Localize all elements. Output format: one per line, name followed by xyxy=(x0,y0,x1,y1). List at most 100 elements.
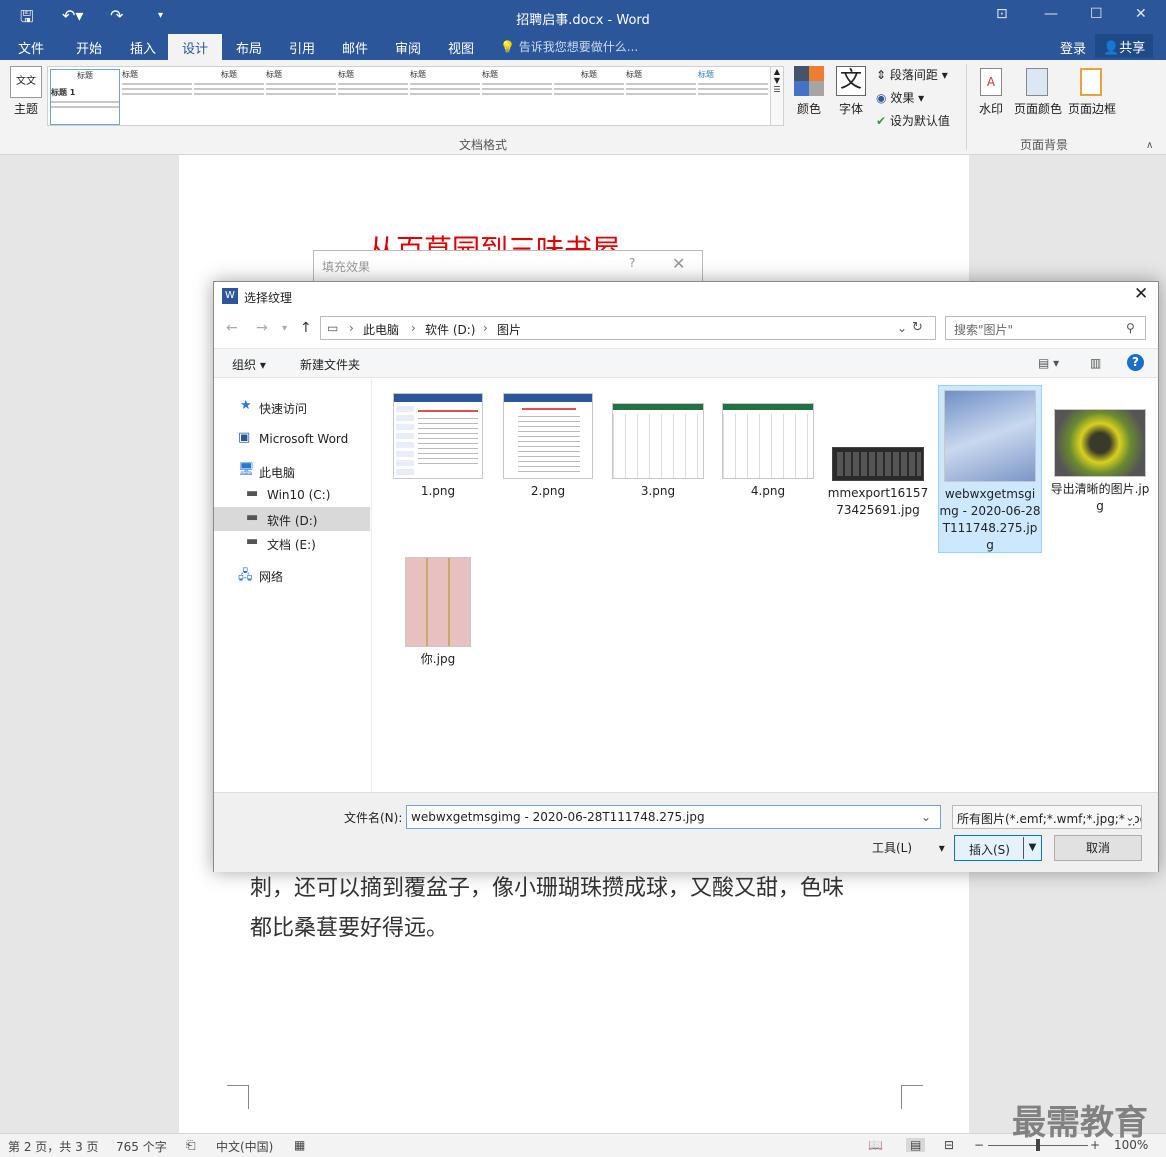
ribbon-display-icon[interactable]: ⊡ xyxy=(996,6,1008,22)
style-set-item[interactable]: 标题 xyxy=(266,69,336,125)
tab-mailings[interactable]: 邮件 xyxy=(342,38,368,57)
breadcrumb-this-pc[interactable]: 此电脑 xyxy=(363,321,399,338)
collapse-ribbon-icon[interactable]: ∧ xyxy=(1146,140,1153,151)
nav-network[interactable]: 🖧 网络 xyxy=(214,563,370,587)
page-border-icon[interactable] xyxy=(1080,68,1102,96)
file-item-selected[interactable]: webwxgetmsgimg - 2020-06-28T111748.275.j… xyxy=(938,385,1042,553)
theme-icon[interactable]: 文文 xyxy=(10,66,42,98)
tab-review[interactable]: 审阅 xyxy=(395,38,421,57)
tab-insert[interactable]: 插入 xyxy=(130,38,156,57)
help-icon[interactable]: ? xyxy=(1127,354,1144,371)
close-icon[interactable]: ✕ xyxy=(1134,284,1148,304)
web-layout-icon[interactable]: ⊟ xyxy=(944,1138,954,1152)
insert-button[interactable]: 插入(S) ▼ xyxy=(954,835,1042,861)
colors-label[interactable]: 颜色 xyxy=(792,100,826,117)
cancel-button[interactable]: 取消 xyxy=(1054,835,1142,861)
proofing-icon[interactable]: ⎗ xyxy=(186,1138,196,1153)
fonts-icon[interactable]: 文 xyxy=(836,66,866,96)
tab-view[interactable]: 视图 xyxy=(448,38,474,57)
tab-design[interactable]: 设计 xyxy=(168,34,223,60)
file-type-select[interactable]: 所有图片(*.emf;*.wmf;*.jpg;*.jpeg ⌄ xyxy=(952,805,1142,829)
tab-references[interactable]: 引用 xyxy=(289,38,315,57)
breadcrumb-pictures[interactable]: 图片 xyxy=(497,321,521,338)
style-set-item[interactable]: 标题 标题 1 xyxy=(50,69,120,125)
style-set-item[interactable]: 标题 xyxy=(194,69,264,125)
drive-icon: ▬ xyxy=(246,534,259,549)
login-button[interactable]: 登录 xyxy=(1060,38,1086,57)
watermark-label[interactable]: 水印 xyxy=(974,100,1008,117)
file-item[interactable]: 1.png xyxy=(386,393,490,500)
dialog-footer: 文件名(N): webwxgetmsgimg - 2020-06-28T1117… xyxy=(214,792,1158,872)
breadcrumb-drive-d[interactable]: 软件 (D:) xyxy=(425,321,475,338)
file-name: mmexport1615773425691.jpg xyxy=(827,486,929,517)
forward-icon[interactable]: → xyxy=(256,320,268,336)
tab-file[interactable]: 文件 xyxy=(18,38,44,57)
style-set-item[interactable]: 标题 xyxy=(122,69,192,125)
filename-input[interactable]: webwxgetmsgimg - 2020-06-28T111748.275.j… xyxy=(406,805,941,829)
file-item[interactable]: mmexport1615773425691.jpg xyxy=(826,447,930,519)
nav-quick-access[interactable]: ★ 快速访问 xyxy=(214,395,370,419)
file-item[interactable]: 你.jpg xyxy=(386,557,490,668)
language-indicator[interactable]: 中文(中国) xyxy=(216,1138,273,1155)
help-icon[interactable]: ? xyxy=(629,256,635,270)
style-set-item[interactable]: 标题 xyxy=(338,69,408,125)
gallery-scroll[interactable]: ▲ ▼ ☰ xyxy=(770,66,784,126)
colors-icon[interactable] xyxy=(794,66,824,96)
nav-drive-e[interactable]: ▬ 文档 (E:) xyxy=(214,531,370,555)
up-icon[interactable]: ↑ xyxy=(300,320,312,336)
zoom-out-icon[interactable]: − xyxy=(974,1138,984,1152)
print-layout-icon[interactable]: ▤ xyxy=(906,1138,926,1152)
macro-icon[interactable]: ▦ xyxy=(294,1138,305,1152)
file-item[interactable]: 3.png xyxy=(606,403,710,500)
close-icon[interactable]: ✕ xyxy=(1135,6,1147,22)
page-border-label[interactable]: 页面边框 xyxy=(1066,100,1118,117)
maximize-icon[interactable]: ☐ xyxy=(1090,6,1103,22)
watermark-icon[interactable]: A xyxy=(980,68,1002,96)
group-divider xyxy=(966,64,967,150)
tools-button[interactable]: 工具(L) ▾ xyxy=(872,839,945,856)
style-set-item[interactable]: 标题 xyxy=(698,69,768,125)
nav-drive-d[interactable]: ▬ 软件 (D:) xyxy=(214,507,370,531)
style-set-item[interactable]: 标题 xyxy=(482,69,552,125)
close-icon[interactable]: ✕ xyxy=(672,254,685,273)
search-input[interactable]: 搜索"图片" ⚲ xyxy=(945,316,1146,340)
back-icon[interactable]: ← xyxy=(226,320,238,336)
recent-locations-icon[interactable]: ▾ xyxy=(282,323,287,334)
organize-button[interactable]: 组织 ▾ xyxy=(232,356,266,373)
nav-this-pc[interactable]: 🖥 此电脑 xyxy=(214,459,370,483)
page-color-icon[interactable] xyxy=(1026,68,1048,96)
preview-pane-icon[interactable]: ▥ xyxy=(1090,356,1101,370)
chevron-down-icon[interactable]: ▼ xyxy=(1023,837,1041,859)
page-count[interactable]: 第 2 页，共 3 页 xyxy=(8,1138,99,1155)
file-type-value: 所有图片(*.emf;*.wmf;*.jpg;*.jpeg xyxy=(957,812,1142,826)
address-bar[interactable]: ▭ › 此电脑 › 软件 (D:) › 图片 ⌄ xyxy=(320,316,936,340)
new-folder-button[interactable]: 新建文件夹 xyxy=(300,356,360,373)
word-count[interactable]: 765 个字 xyxy=(116,1138,167,1155)
set-default-button[interactable]: ✔ 设为默认值 xyxy=(876,112,950,129)
file-item[interactable]: 导出清晰的图片.jpg xyxy=(1048,409,1152,515)
style-set-item[interactable]: 标题 xyxy=(410,69,480,125)
status-bar: 第 2 页，共 3 页 765 个字 ⎗ 中文(中国) ▦ 📖 ▤ ⊟ − + … xyxy=(0,1133,1166,1157)
tab-home[interactable]: 开始 xyxy=(76,38,102,57)
fonts-label[interactable]: 字体 xyxy=(834,100,868,117)
share-button[interactable]: 👤共享 xyxy=(1095,34,1154,58)
theme-label[interactable]: 主题 xyxy=(10,100,42,117)
tell-me-box[interactable]: 💡 告诉我您想要做什么... xyxy=(500,38,638,55)
effects-button[interactable]: ◉ 效果 ▾ xyxy=(876,89,924,106)
style-set-item[interactable]: 标题 xyxy=(554,69,624,125)
chevron-down-icon[interactable]: ⌄ xyxy=(921,810,931,824)
style-set-item[interactable]: 标题 xyxy=(626,69,696,125)
page-color-label[interactable]: 页面颜色 xyxy=(1012,100,1064,117)
chevron-down-icon[interactable]: ⌄ xyxy=(897,321,907,335)
read-mode-icon[interactable]: 📖 xyxy=(868,1138,883,1152)
refresh-icon[interactable]: ↻ xyxy=(912,320,923,335)
paragraph-spacing-button[interactable]: ⇕ 段落间距 ▾ xyxy=(876,66,948,83)
nav-microsoft-word[interactable]: ▣ Microsoft Word xyxy=(214,427,370,451)
view-options-icon[interactable]: ▤ ▾ xyxy=(1038,356,1059,370)
nav-drive-c[interactable]: ▬ Win10 (C:) xyxy=(214,483,370,507)
file-name: 你.jpg xyxy=(420,652,456,666)
tab-layout[interactable]: 布局 xyxy=(236,38,262,57)
file-item[interactable]: 2.png xyxy=(496,393,600,500)
file-item[interactable]: 4.png xyxy=(716,403,820,500)
minimize-icon[interactable]: — xyxy=(1044,6,1058,22)
